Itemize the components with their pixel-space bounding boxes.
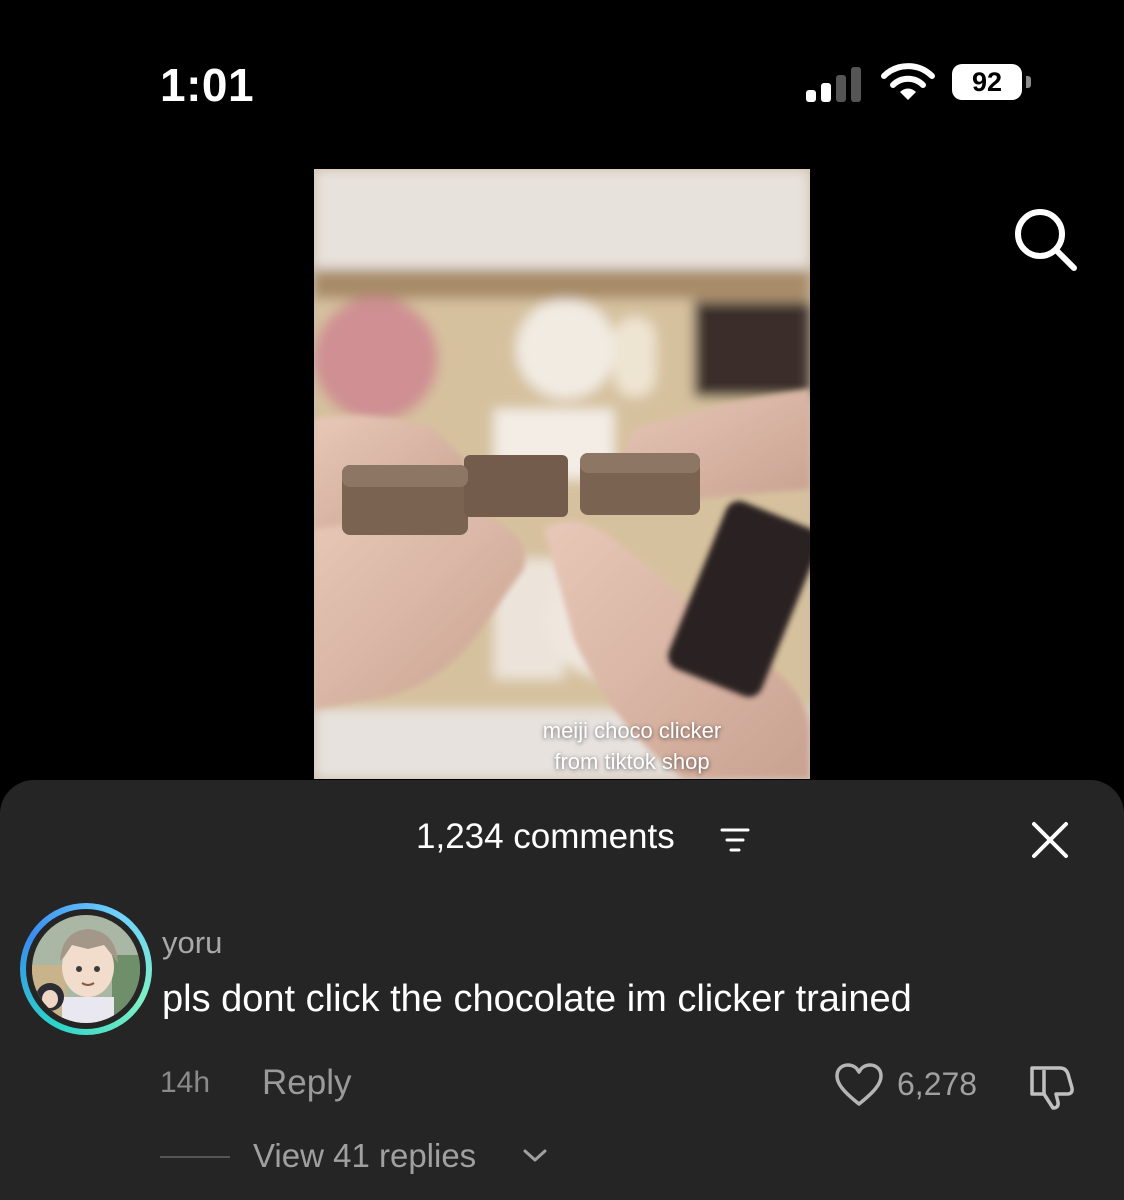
view-replies-button[interactable]: View 41 replies xyxy=(253,1137,476,1175)
search-icon[interactable] xyxy=(1010,204,1080,274)
avatar xyxy=(32,915,140,1023)
battery-tip xyxy=(1026,76,1031,88)
status-time: 1:01 xyxy=(160,59,255,111)
dislike-icon[interactable] xyxy=(1026,1062,1080,1110)
wifi-icon xyxy=(881,63,935,100)
close-icon[interactable] xyxy=(1028,818,1072,862)
video-player[interactable]: meiji choco clicker from tiktok shop xyxy=(314,169,810,779)
heart-icon[interactable] xyxy=(834,1062,884,1108)
battery-icon: 92 xyxy=(952,64,1022,100)
avatar-image xyxy=(32,915,140,1023)
like-count: 6,278 xyxy=(897,1066,978,1102)
replies-divider xyxy=(160,1156,230,1158)
video-caption: meiji choco clicker from tiktok shop xyxy=(314,715,810,777)
filter-icon[interactable] xyxy=(720,826,750,854)
video-frame-image xyxy=(314,169,810,779)
caption-line-1: meiji choco clicker xyxy=(542,718,722,743)
comment-text: pls dont click the chocolate im clicker … xyxy=(162,978,912,1020)
reply-button[interactable]: Reply xyxy=(262,1063,351,1103)
comment-username[interactable]: yoru xyxy=(162,925,222,961)
signal-icon xyxy=(806,66,862,102)
comments-count: 1,234 comments xyxy=(416,817,675,856)
comment-time: 14h xyxy=(160,1066,211,1099)
comments-sheet: 1,234 comments yoru pls dont click the c… xyxy=(0,780,1124,1200)
caption-line-2: from tiktok shop xyxy=(554,749,710,774)
chevron-down-icon[interactable] xyxy=(520,1146,550,1166)
avatar-ring[interactable] xyxy=(20,903,152,1035)
